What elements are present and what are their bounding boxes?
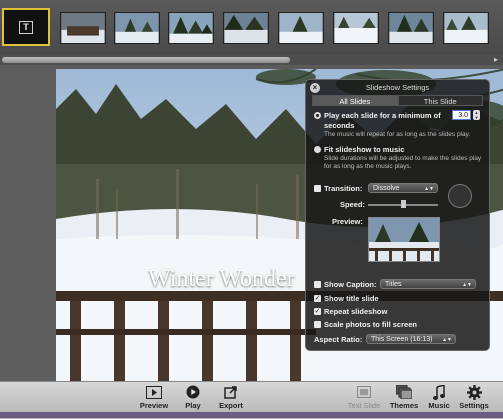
- thumbnail-slide-9[interactable]: [443, 12, 489, 44]
- transition-checkbox[interactable]: [314, 185, 321, 192]
- thumbnail-title-slide[interactable]: T: [2, 8, 50, 46]
- duration-field[interactable]: 3.0: [452, 110, 471, 120]
- music-label: Music: [428, 401, 450, 410]
- thumbnail-slide-7[interactable]: [333, 12, 379, 44]
- repeat-slideshow-checkbox[interactable]: ✓: [314, 308, 321, 315]
- panel-title: Slideshow Settings: [365, 83, 430, 92]
- caption-value: Titles: [385, 281, 402, 288]
- thumbnail-slide-2[interactable]: [60, 12, 106, 44]
- text-slide-button[interactable]: Text Slide: [345, 384, 383, 410]
- speed-label: Speed:: [340, 200, 366, 209]
- export-label: Export: [219, 401, 243, 410]
- preview-label: Preview:: [332, 217, 363, 226]
- show-title-checkbox[interactable]: ✓: [314, 295, 321, 302]
- show-title-label: Show title slide: [324, 294, 379, 303]
- settings-label: Settings: [459, 401, 489, 410]
- export-icon: [214, 384, 248, 400]
- filmstrip-scrollbar[interactable]: ▸: [0, 55, 503, 65]
- aspect-ratio-label: Aspect Ratio:: [314, 335, 363, 344]
- aspect-ratio-value: This Screen (16:13): [371, 336, 433, 343]
- transition-popup[interactable]: Dissolve ▲▼: [368, 183, 438, 193]
- show-caption-label: Show Caption:: [324, 280, 377, 289]
- show-caption-checkbox[interactable]: [314, 281, 321, 288]
- settings-tabs: All Slides This Slide: [312, 95, 483, 106]
- fit-music-radio[interactable]: [314, 146, 321, 153]
- play-button[interactable]: Play: [178, 384, 208, 410]
- speed-slider-knob[interactable]: [401, 200, 406, 208]
- transition-label: Transition:: [324, 184, 363, 193]
- play-each-unit: seconds: [324, 121, 355, 130]
- transition-preview: [368, 217, 440, 262]
- play-each-label: Play each slide for a minimum of: [324, 111, 441, 120]
- fit-music-description: Slide durations will be adjusted to make…: [324, 155, 482, 170]
- duration-stepper[interactable]: ▲ ▼: [473, 110, 480, 120]
- music-button[interactable]: Music: [424, 384, 454, 410]
- thumbnail-slide-5[interactable]: [223, 12, 269, 44]
- settings-gear-icon: [457, 384, 491, 400]
- filmstrip-scroll-thumb[interactable]: [2, 57, 290, 63]
- play-icon: [178, 384, 208, 400]
- slideshow-settings-panel: × Slideshow Settings All Slides This Sli…: [305, 79, 490, 351]
- themes-label: Themes: [389, 401, 419, 410]
- transition-direction-pad[interactable]: [448, 184, 472, 208]
- slide-title-caption: Winter Wonder: [148, 266, 295, 292]
- play-each-radio[interactable]: [314, 112, 321, 119]
- themes-button[interactable]: Themes: [388, 384, 420, 410]
- music-icon: [424, 384, 454, 400]
- window-bottom-edge: [0, 412, 503, 418]
- scale-photos-label: Scale photos to fill screen: [324, 320, 417, 329]
- settings-button[interactable]: Settings: [457, 384, 491, 410]
- preview-icon: [136, 384, 172, 400]
- aspect-ratio-popup[interactable]: This Screen (16:13) ▲▼: [366, 334, 456, 344]
- export-button[interactable]: Export: [214, 384, 248, 410]
- preview-label: Preview: [139, 401, 169, 410]
- scroll-right-arrow-icon[interactable]: ▸: [491, 55, 501, 65]
- caption-popup[interactable]: Titles ▲▼: [380, 279, 476, 289]
- filmstrip: T: [0, 0, 503, 55]
- text-slide-label: Text Slide: [347, 401, 381, 410]
- title-slide-icon: T: [19, 20, 33, 34]
- themes-icon: [388, 384, 420, 400]
- thumbnail-slide-6[interactable]: [278, 12, 324, 44]
- play-each-description: The music will repeat for as long as the…: [324, 131, 471, 138]
- tab-all-slides[interactable]: All Slides: [312, 95, 398, 106]
- transition-value: Dissolve: [373, 185, 400, 192]
- thumbnail-slide-3[interactable]: [114, 12, 160, 44]
- repeat-slideshow-label: Repeat slideshow: [324, 307, 388, 316]
- tab-this-slide[interactable]: This Slide: [397, 95, 483, 106]
- thumbnail-slide-4[interactable]: [168, 12, 214, 44]
- text-slide-icon: [345, 384, 383, 400]
- preview-button[interactable]: Preview: [136, 384, 172, 410]
- thumbnail-slide-8[interactable]: [388, 12, 434, 44]
- play-label: Play: [185, 401, 201, 410]
- fit-music-label: Fit slideshow to music: [324, 145, 405, 154]
- scale-photos-checkbox[interactable]: [314, 321, 321, 328]
